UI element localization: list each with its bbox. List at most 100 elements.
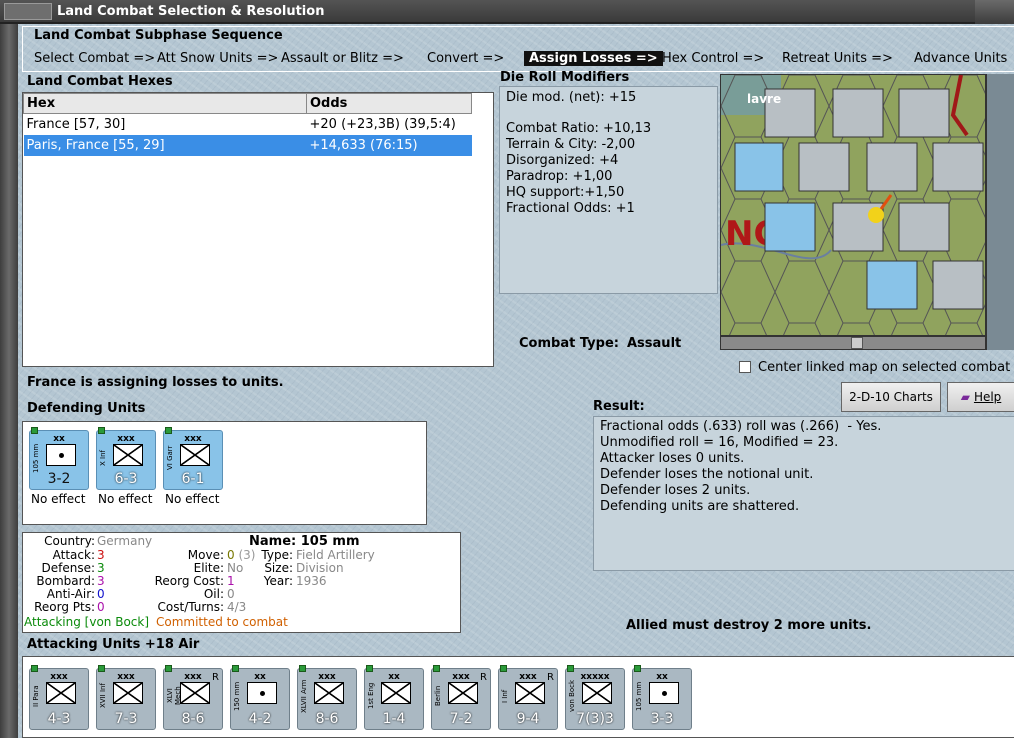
move-value: 0 (227, 548, 235, 562)
unit-name: 105 mm (32, 443, 40, 473)
unit-strength: 4-2 (248, 711, 272, 727)
step-hex-control[interactable]: Hex Control => (662, 51, 764, 66)
flag-icon (31, 665, 38, 672)
info-name: Name: 105 mm (249, 535, 360, 548)
unit-symbol-icon (515, 682, 545, 704)
unit-name: VI Garr (166, 445, 174, 471)
flag-icon (634, 665, 641, 672)
window-menu-button[interactable] (4, 3, 52, 20)
unit-strength: 7-3 (114, 711, 138, 727)
step-assault-or-blitz[interactable]: Assault or Blitz => (281, 51, 404, 66)
unit-symbol-icon (113, 682, 143, 704)
result-line: Attacker loses 0 units. (600, 451, 745, 466)
unit-strength: 7-2 (449, 711, 473, 727)
info-label: Year: (263, 574, 293, 588)
unit-info-panel: Country: Germany Attack: 3 Defense: 3 Bo… (22, 532, 461, 633)
defending-title: Defending Units (27, 401, 146, 416)
artillery-icon (46, 444, 76, 466)
odds-cell: +14,633 (76:15) (306, 134, 472, 156)
unit-effect: No effect (165, 492, 220, 506)
charts-button[interactable]: 2-D-10 Charts (841, 382, 941, 412)
attacker-unit[interactable]: xxx Berlin R 7-2 (431, 665, 491, 730)
unit-strength: 9-4 (516, 711, 540, 727)
attacker-unit[interactable]: xxxxx von Bock 7(3)3 (565, 665, 625, 730)
name-value: 105 mm (300, 534, 360, 549)
map-place-label: lavre (747, 92, 781, 106)
attacker-unit[interactable]: xxx I Inf R 9-4 (498, 665, 558, 730)
book-icon: ▰ (960, 390, 970, 404)
attacker-unit[interactable]: xxx XLVI Mech R 8-6 (163, 665, 223, 730)
unit-strength: 3-2 (47, 471, 71, 487)
unit-name: 150 mm (233, 681, 241, 711)
table-row-selected[interactable]: Paris, France [55, 29] +14,633 (76:15) (23, 134, 472, 156)
result-line: Defender loses 2 units. (600, 483, 751, 498)
defender-unit[interactable]: xx 105 mm 3-2 (29, 427, 89, 490)
flag-icon (232, 665, 239, 672)
result-line: Defending units are shattered. (600, 499, 800, 514)
artillery-icon (247, 682, 277, 704)
help-label: Help (973, 390, 1002, 404)
step-advance-units[interactable]: Advance Units (914, 51, 1007, 66)
hexes-list[interactable]: Hex Odds France [57, 30] +20 (+23,3B) (39… (22, 92, 494, 367)
table-row[interactable]: France [57, 30] +20 (+23,3B) (39,5:4) (24, 114, 472, 135)
step-convert[interactable]: Convert => (427, 51, 504, 66)
flag-icon (165, 665, 172, 672)
attacker-unit[interactable]: xx 150 mm 4-2 (230, 665, 290, 730)
col-hex[interactable]: Hex (23, 93, 307, 114)
mod-line: Disorganized: +4 (506, 153, 619, 168)
map-side-panel (986, 74, 1014, 350)
unit-name: I Inf (501, 689, 509, 703)
info-year: 1936 (296, 574, 327, 588)
help-button[interactable]: ▰ Help (947, 382, 1014, 412)
col-odds[interactable]: Odds (306, 93, 472, 114)
info-label: Country: (44, 534, 95, 548)
flag-icon (299, 665, 306, 672)
step-att-snow-units[interactable]: Att Snow Units => (157, 51, 278, 66)
flag-icon (98, 665, 105, 672)
unit-symbol-icon (381, 682, 411, 704)
unit-strength: 4-3 (47, 711, 71, 727)
name-label: Name: (249, 534, 297, 549)
reserve-mark: R (547, 672, 554, 683)
center-map-label[interactable]: Center linked map on selected combat (758, 360, 1010, 375)
flag-icon (31, 427, 38, 434)
unit-strength: 8-6 (315, 711, 339, 727)
unit-strength: 8-6 (181, 711, 205, 727)
left-frame-bar (0, 24, 18, 738)
reserve-mark: R (212, 672, 219, 683)
info-attacking: Attacking [von Bock] (24, 615, 150, 629)
attacker-unit[interactable]: xxx XLVII Arm 8-6 (297, 665, 357, 730)
unit-symbol-icon (448, 682, 478, 704)
attacker-unit[interactable]: xx 105 mm 3-3 (632, 665, 692, 730)
combat-type-label: Combat Type: (519, 336, 619, 351)
info-label: Reorg Pts: (34, 600, 95, 614)
unit-name: II Para (32, 685, 40, 707)
step-assign-losses[interactable]: Assign Losses => (524, 51, 663, 66)
window-title: Land Combat Selection & Resolution (57, 4, 325, 19)
unit-effect: No effect (98, 492, 153, 506)
result-line: Unmodified roll = 16, Modified = 23. (600, 435, 839, 450)
infantry-icon (113, 444, 143, 466)
step-select-combat[interactable]: Select Combat => (34, 51, 155, 66)
map-scroll-thumb[interactable] (851, 337, 863, 349)
flag-icon (165, 427, 172, 434)
unit-name: 105 mm (635, 681, 643, 711)
mod-line: Combat Ratio: +10,13 (506, 121, 652, 136)
attacker-unit[interactable]: xxx II Para 4-3 (29, 665, 89, 730)
center-map-checkbox[interactable] (739, 361, 751, 373)
result-panel: Fractional odds (.633) roll was (.266) -… (593, 416, 1014, 571)
unit-name: Berlin (434, 685, 442, 707)
map-scrollbar[interactable] (720, 336, 986, 350)
mod-line: HQ support:+1,50 (506, 185, 625, 200)
unit-strength: 6-3 (114, 471, 138, 487)
mod-line: Paradrop: +1,00 (506, 169, 613, 184)
defender-unit[interactable]: xxx X Inf 6-3 (96, 427, 156, 490)
defender-unit[interactable]: xxx VI Garr 6-1 (163, 427, 223, 490)
attacker-unit[interactable]: xx 1st Eng 1-4 (364, 665, 424, 730)
attacker-unit[interactable]: xxx XVII Inf 7-3 (96, 665, 156, 730)
info-country: Germany (97, 534, 153, 548)
unit-strength: 3-3 (650, 711, 674, 727)
attacking-title: Attacking Units +18 Air (27, 637, 200, 652)
step-retreat-units[interactable]: Retreat Units => (782, 51, 893, 66)
linked-map[interactable]: NC lavre (720, 74, 986, 336)
